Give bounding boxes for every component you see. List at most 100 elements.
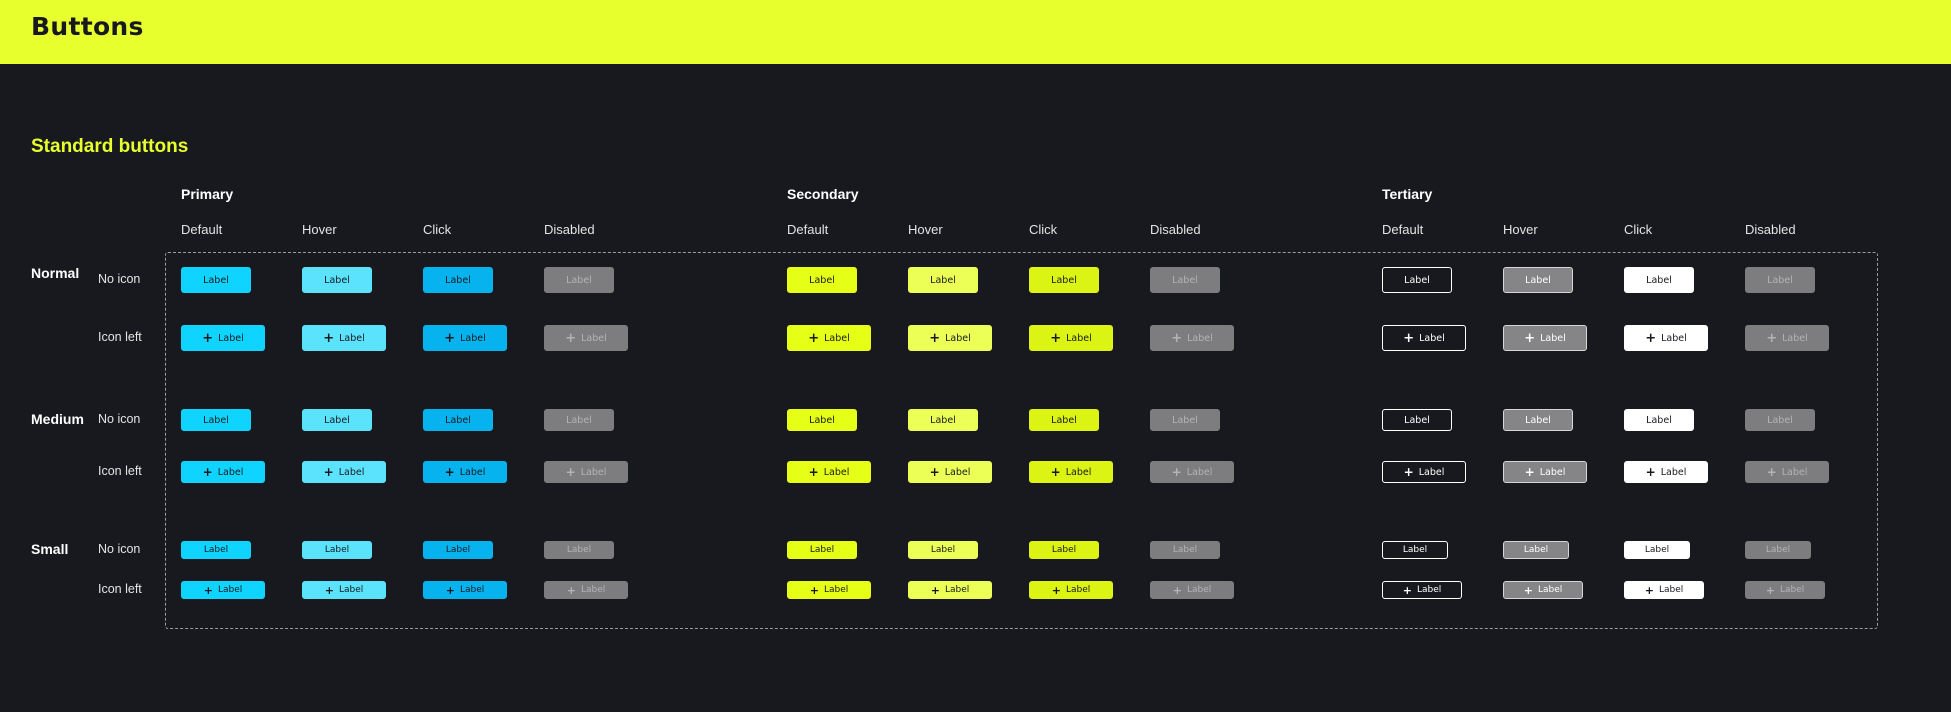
tertiary-hover-medium-no-icon-button[interactable]: Label xyxy=(1503,409,1573,431)
secondary-disabled-medium-icon-left-button[interactable]: + Label xyxy=(1150,461,1234,483)
tertiary-default-small-no-icon-button[interactable]: Label xyxy=(1382,541,1448,559)
button-label: Label xyxy=(338,466,365,478)
secondary-default-medium-no-icon-button[interactable]: Label xyxy=(787,409,857,431)
primary-hover-small-icon-left-button[interactable]: + Label xyxy=(302,581,386,599)
button-label: Label xyxy=(1537,585,1563,595)
size-label-normal: Normal xyxy=(31,265,80,281)
secondary-default-medium-icon-left-button[interactable]: + Label xyxy=(787,461,871,483)
tertiary-default-normal-no-icon-button[interactable]: Label xyxy=(1382,267,1452,293)
tertiary-disabled-small-no-icon-button[interactable]: Label xyxy=(1745,541,1811,559)
button-label: Label xyxy=(1658,585,1684,595)
button-label: Label xyxy=(581,332,607,344)
row-label-small-no-icon: No icon xyxy=(98,542,141,556)
plus-icon: + xyxy=(1050,465,1061,479)
tertiary-click-normal-no-icon-button[interactable]: Label xyxy=(1624,267,1694,293)
primary-click-medium-icon-left-button[interactable]: + Label xyxy=(423,461,507,483)
primary-disabled-medium-no-icon-button[interactable]: Label xyxy=(544,409,614,431)
secondary-disabled-small-no-icon-button[interactable]: Label xyxy=(1150,541,1220,559)
primary-disabled-small-no-icon-button[interactable]: Label xyxy=(544,541,614,559)
button-label: Label xyxy=(217,585,243,595)
tertiary-disabled-normal-no-icon-button[interactable]: Label xyxy=(1745,267,1815,293)
secondary-hover-small-icon-left-button[interactable]: + Label xyxy=(908,581,992,599)
primary-hover-medium-icon-left-button[interactable]: + Label xyxy=(302,461,386,483)
button-label: Label xyxy=(930,274,956,286)
secondary-click-normal-no-icon-button[interactable]: Label xyxy=(1029,267,1099,293)
tertiary-click-normal-icon-left-button[interactable]: + Label xyxy=(1624,325,1708,351)
tertiary-disabled-small-icon-left-button[interactable]: + Label xyxy=(1745,581,1825,599)
primary-hover-medium-no-icon-button[interactable]: Label xyxy=(302,409,372,431)
tertiary-click-medium-no-icon-button[interactable]: Label xyxy=(1624,409,1694,431)
primary-default-small-icon-left-button[interactable]: + Label xyxy=(181,581,265,599)
tertiary-hover-normal-icon-left-button[interactable]: + Label xyxy=(1503,325,1587,351)
secondary-hover-normal-icon-left-button[interactable]: + Label xyxy=(908,325,992,351)
secondary-hover-normal-no-icon-button[interactable]: Label xyxy=(908,267,978,293)
primary-default-small-no-icon-button[interactable]: Label xyxy=(181,541,251,559)
button-label: Label xyxy=(1540,332,1566,344)
plus-icon: + xyxy=(203,583,213,597)
primary-default-medium-no-icon-button[interactable]: Label xyxy=(181,409,251,431)
primary-hover-small-no-icon-button[interactable]: Label xyxy=(302,541,372,559)
button-label: Label xyxy=(1402,545,1428,555)
secondary-disabled-normal-icon-left-button[interactable]: + Label xyxy=(1150,325,1234,351)
tertiary-default-small-icon-left-button[interactable]: + Label xyxy=(1382,581,1462,599)
secondary-default-normal-icon-left-button[interactable]: + Label xyxy=(787,325,871,351)
secondary-click-medium-no-icon-button[interactable]: Label xyxy=(1029,409,1099,431)
state-label-secondary-click: Click xyxy=(1029,222,1058,237)
tertiary-hover-medium-icon-left-button[interactable]: + Label xyxy=(1503,461,1587,483)
secondary-click-small-icon-left-button[interactable]: + Label xyxy=(1029,581,1113,599)
secondary-default-small-icon-left-button[interactable]: + Label xyxy=(787,581,871,599)
secondary-disabled-normal-no-icon-button[interactable]: Label xyxy=(1150,267,1220,293)
primary-click-small-icon-left-button[interactable]: + Label xyxy=(423,581,507,599)
secondary-hover-medium-no-icon-button[interactable]: Label xyxy=(908,409,978,431)
secondary-click-medium-icon-left-button[interactable]: + Label xyxy=(1029,461,1113,483)
primary-disabled-small-icon-left-button[interactable]: + Label xyxy=(544,581,628,599)
tertiary-click-small-no-icon-button[interactable]: Label xyxy=(1624,541,1690,559)
button-label: Label xyxy=(1765,545,1791,555)
primary-disabled-normal-icon-left-button[interactable]: + Label xyxy=(544,325,628,351)
tertiary-click-medium-icon-left-button[interactable]: + Label xyxy=(1624,461,1708,483)
secondary-default-small-no-icon-button[interactable]: Label xyxy=(787,541,857,559)
secondary-hover-small-no-icon-button[interactable]: Label xyxy=(908,541,978,559)
primary-default-medium-icon-left-button[interactable]: + Label xyxy=(181,461,265,483)
primary-default-normal-no-icon-button[interactable]: Label xyxy=(181,267,251,293)
tertiary-hover-normal-no-icon-button[interactable]: Label xyxy=(1503,267,1573,293)
tertiary-default-normal-icon-left-button[interactable]: + Label xyxy=(1382,325,1466,351)
primary-hover-normal-icon-left-button[interactable]: + Label xyxy=(302,325,386,351)
secondary-hover-medium-icon-left-button[interactable]: + Label xyxy=(908,461,992,483)
primary-click-normal-no-icon-button[interactable]: Label xyxy=(423,267,493,293)
primary-default-normal-icon-left-button[interactable]: + Label xyxy=(181,325,265,351)
plus-icon: + xyxy=(929,465,940,479)
state-label-primary-click: Click xyxy=(423,222,452,237)
primary-click-normal-icon-left-button[interactable]: + Label xyxy=(423,325,507,351)
button-label: Label xyxy=(1661,332,1687,344)
tertiary-hover-small-icon-left-button[interactable]: + Label xyxy=(1503,581,1583,599)
primary-click-medium-no-icon-button[interactable]: Label xyxy=(423,409,493,431)
tertiary-click-small-icon-left-button[interactable]: + Label xyxy=(1624,581,1704,599)
secondary-disabled-medium-no-icon-button[interactable]: Label xyxy=(1150,409,1220,431)
button-label: Label xyxy=(1779,585,1805,595)
button-label: Label xyxy=(459,466,486,478)
button-label: Label xyxy=(1781,466,1808,478)
primary-disabled-medium-icon-left-button[interactable]: + Label xyxy=(544,461,628,483)
tertiary-hover-small-no-icon-button[interactable]: Label xyxy=(1503,541,1569,559)
tertiary-disabled-medium-icon-left-button[interactable]: + Label xyxy=(1745,461,1829,483)
plus-icon: + xyxy=(1051,583,1061,597)
button-label: Label xyxy=(930,545,956,555)
tertiary-default-medium-no-icon-button[interactable]: Label xyxy=(1382,409,1452,431)
button-label: Label xyxy=(1186,466,1213,478)
button-label: Label xyxy=(1051,545,1077,555)
button-label: Label xyxy=(445,274,471,286)
secondary-disabled-small-icon-left-button[interactable]: + Label xyxy=(1150,581,1234,599)
primary-hover-normal-no-icon-button[interactable]: Label xyxy=(302,267,372,293)
tertiary-disabled-normal-icon-left-button[interactable]: + Label xyxy=(1745,325,1829,351)
plus-icon: + xyxy=(565,465,576,479)
secondary-default-normal-no-icon-button[interactable]: Label xyxy=(787,267,857,293)
primary-click-small-no-icon-button[interactable]: Label xyxy=(423,541,493,559)
tertiary-default-medium-icon-left-button[interactable]: + Label xyxy=(1382,461,1466,483)
secondary-click-normal-icon-left-button[interactable]: + Label xyxy=(1029,325,1113,351)
secondary-click-small-no-icon-button[interactable]: Label xyxy=(1029,541,1099,559)
primary-disabled-normal-no-icon-button[interactable]: Label xyxy=(544,267,614,293)
plus-icon: + xyxy=(202,330,214,346)
button-label: Label xyxy=(1418,466,1445,478)
tertiary-disabled-medium-no-icon-button[interactable]: Label xyxy=(1745,409,1815,431)
